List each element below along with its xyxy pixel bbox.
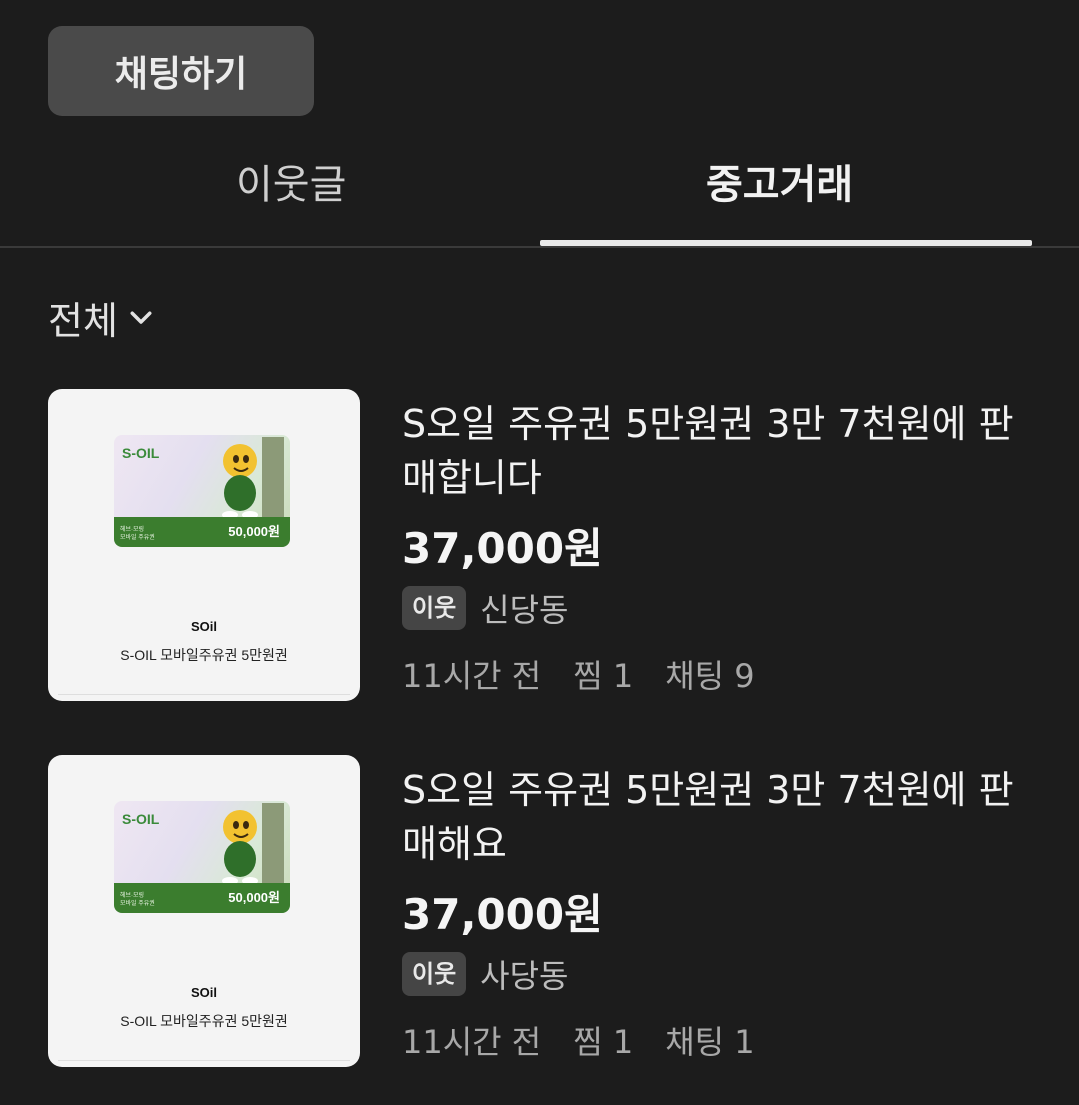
- mascot-icon: [222, 803, 284, 887]
- card-logo: S-OIL: [122, 811, 160, 827]
- listing-likes: 찜 1: [573, 1023, 634, 1061]
- listing-title: S오일 주유권 5만원권 3만 7천원에 판매합니다: [402, 402, 1014, 500]
- card-fine-print: 헤브·모링 모바일 주유권: [120, 527, 155, 541]
- thumb-brand: SOil: [190, 985, 217, 1000]
- chevron-down-icon: [130, 311, 152, 324]
- mascot-icon: [222, 437, 284, 521]
- location-row: 이웃 신당동: [402, 585, 569, 631]
- listing-thumbnail: S-OIL 헤브·모링 모바일 주유권 50,000원 SOil S-OIL 모…: [48, 389, 360, 701]
- listing-price: 37,000원: [402, 890, 603, 939]
- listing-time: 11시간 전: [402, 1023, 542, 1061]
- listing-time: 11시간 전: [402, 657, 542, 695]
- listing-meta: 11시간 전 찜 1 채팅 9: [402, 651, 755, 697]
- tab-bar: 이웃글 중고거래: [0, 130, 1079, 248]
- active-tab-indicator: [540, 240, 1032, 246]
- divider: [58, 1060, 350, 1061]
- location-row: 이웃 사당동: [402, 951, 569, 997]
- thumb-description: S-OIL 모바일주유권 5만원권: [120, 1013, 288, 1029]
- divider: [58, 694, 350, 695]
- tab-secondhand[interactable]: 중고거래: [706, 152, 853, 210]
- neighbor-badge: 이웃: [402, 586, 467, 630]
- gift-card-image: S-OIL 헤브·모링 모바일 주유권 50,000원: [114, 801, 290, 913]
- listing-location: 사당동: [480, 957, 569, 995]
- card-fine-print: 헤브·모링 모바일 주유권: [120, 893, 155, 907]
- chat-button[interactable]: 채팅하기: [48, 26, 314, 116]
- listing-chats: 채팅 1: [665, 1023, 755, 1061]
- filter-label: 전체: [48, 298, 118, 343]
- listing-likes: 찜 1: [573, 657, 634, 695]
- listing-item[interactable]: S-OIL 헤브·모링 모바일 주유권 50,000원 SOil S-OIL 모…: [0, 755, 1079, 1075]
- card-amount: 50,000원: [228, 890, 280, 905]
- card-logo: S-OIL: [122, 445, 160, 461]
- card-amount: 50,000원: [228, 524, 280, 539]
- thumb-brand: SOil: [190, 619, 217, 634]
- filter-dropdown[interactable]: 전체: [48, 292, 156, 343]
- listing-title: S오일 주유권 5만원권 3만 7천원에 판매해요: [402, 768, 1014, 866]
- thumb-description: S-OIL 모바일주유권 5만원권: [120, 647, 288, 663]
- listing-thumbnail: S-OIL 헤브·모링 모바일 주유권 50,000원 SOil S-OIL 모…: [48, 755, 360, 1067]
- listing-meta: 11시간 전 찜 1 채팅 1: [402, 1017, 755, 1063]
- listing-price: 37,000원: [402, 524, 603, 573]
- neighbor-badge: 이웃: [402, 952, 467, 996]
- listing-item[interactable]: S-OIL 헤브·모링 모바일 주유권 50,000원 SOil S-OIL 모…: [0, 389, 1079, 709]
- listing-chats: 채팅 9: [665, 657, 755, 695]
- gift-card-image: S-OIL 헤브·모링 모바일 주유권 50,000원: [114, 435, 290, 547]
- tab-neighbor-posts[interactable]: 이웃글: [236, 152, 346, 210]
- listing-location: 신당동: [480, 591, 569, 629]
